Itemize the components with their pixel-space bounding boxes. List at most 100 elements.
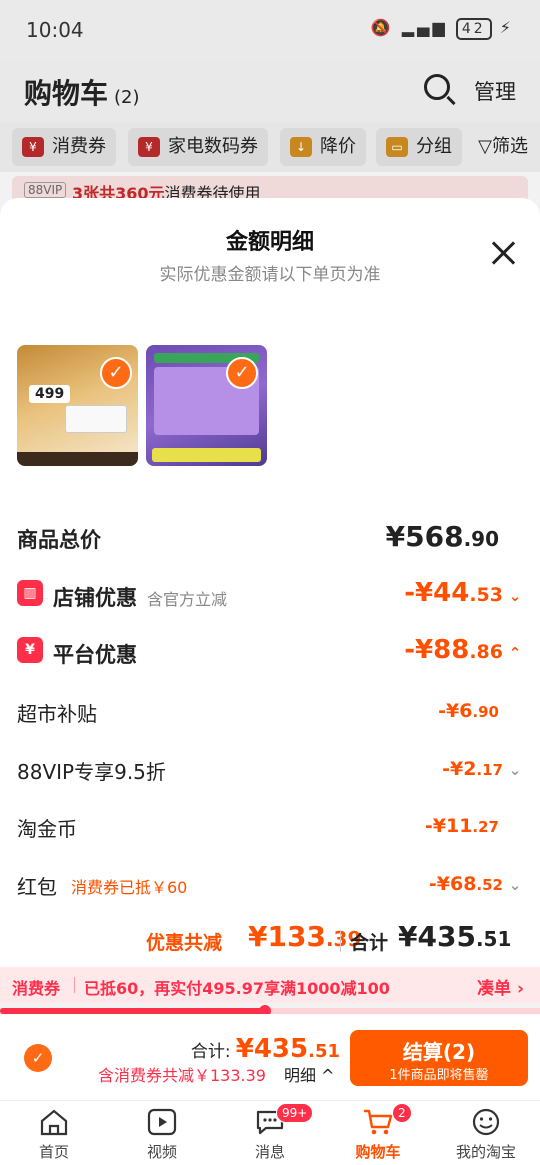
tab-home[interactable]: 首页: [0, 1101, 108, 1165]
folder-icon: ▭: [386, 137, 408, 157]
close-icon[interactable]: [488, 238, 518, 268]
sheet-subtitle: 实际优惠金额请以下单页为准: [159, 265, 381, 285]
row-label: 商品总价: [17, 528, 101, 552]
value-int: 6: [459, 700, 473, 722]
value-int: 568: [405, 520, 464, 553]
select-all-checkbox[interactable]: ✓: [24, 1044, 52, 1072]
row-value: ¥568.90: [386, 520, 499, 553]
row-red-packet[interactable]: 红包 消费券已抵￥60 -¥68.52 ⌄: [17, 867, 523, 903]
bottom-tabbar: 首页 视频 99+ 消息 2 购物车 我的淘宝: [0, 1100, 540, 1165]
manage-button[interactable]: 管理: [474, 76, 516, 106]
value-cents: .90: [463, 527, 499, 551]
value-int: 88: [433, 635, 470, 665]
value-int: 44: [433, 578, 470, 608]
coupon-icon: ¥: [138, 137, 160, 157]
yen-sign: ¥: [398, 920, 418, 953]
filter-chips: ¥ 消费券 ¥ 家电数码券 ↓ 降价 ▭ 分组 ▽筛选: [0, 122, 540, 172]
row-value: -¥68.52 ⌄: [429, 873, 523, 895]
chip-coupon[interactable]: ¥ 消费券: [12, 128, 116, 166]
chip-label: 分组: [416, 136, 452, 157]
chip-label: 家电数码券: [168, 136, 258, 157]
value-cents: .17: [476, 761, 503, 779]
value-cents: .51: [308, 1041, 340, 1062]
row-label: 店铺优惠: [53, 586, 137, 610]
chip-label: 消费券: [52, 136, 106, 157]
checkout-button[interactable]: 结算(2) 1件商品即将售罄: [350, 1030, 528, 1086]
discount-value: ¥133.39: [248, 920, 361, 953]
total-value: ¥435.51: [398, 920, 511, 953]
tab-label: 购物车: [355, 1143, 401, 1161]
row-value: -¥44.53 ⌄: [404, 578, 523, 608]
cart-count: (2): [114, 87, 140, 108]
row-value: -¥2.17 ⌄: [442, 758, 523, 780]
chip-group[interactable]: ▭ 分组: [376, 128, 462, 166]
row-label: 红包: [17, 875, 57, 899]
tab-profile[interactable]: 我的淘宝: [432, 1101, 540, 1165]
discount-label: 优惠共减: [146, 932, 223, 954]
chip-price-drop[interactable]: ↓ 降价: [280, 128, 366, 166]
add-on-link[interactable]: 凑单 ›: [477, 974, 524, 999]
divider: [340, 930, 341, 952]
coupon-progress-bar: 消费券 已抵60，再实付495.97享满1000减100 凑单 ›: [0, 967, 540, 1003]
discount-summary: 优惠共减 ¥133.39 合计 ¥435.51: [0, 920, 540, 960]
status-time: 10:04: [26, 18, 84, 42]
home-icon: [40, 1109, 68, 1136]
value-cents: .90: [472, 703, 499, 721]
row-note: 消费券已抵￥60: [71, 878, 188, 897]
value-cents: .53: [469, 584, 503, 606]
product-thumbnail-router[interactable]: 499 ✓: [17, 345, 138, 466]
detail-toggle[interactable]: 明细 ^: [284, 1062, 335, 1086]
value-prefix: -¥: [404, 635, 434, 665]
chevron-down-icon: ⌄: [508, 876, 522, 894]
tab-video[interactable]: 视频: [108, 1101, 216, 1165]
status-icons: 🔕 ▂▄▆ 42 ⚡: [371, 18, 514, 40]
row-vip-discount[interactable]: 88VIP专享9.5折 -¥2.17 ⌄: [17, 752, 523, 788]
tab-cart[interactable]: 2 购物车: [324, 1101, 432, 1165]
video-icon: [147, 1108, 177, 1136]
value-cents: .51: [475, 927, 512, 951]
status-bar: 10:04 🔕 ▂▄▆ 42 ⚡: [0, 0, 540, 62]
amount-detail-sheet: 金额明细 实际优惠金额请以下单页为准 499 ✓ ✓ 商品总价 ¥568.90 …: [0, 198, 540, 968]
tab-label: 视频: [146, 1143, 177, 1161]
checkout-total: 合计: ¥435.51: [191, 1034, 340, 1064]
value-prefix: -¥: [404, 578, 434, 608]
tab-label: 我的淘宝: [455, 1143, 516, 1161]
cart-header: 购物车 (2) 管理: [0, 62, 540, 122]
tab-messages[interactable]: 99+ 消息: [216, 1101, 324, 1165]
divider: [74, 977, 75, 993]
checkmark-icon: ✓: [226, 357, 258, 389]
row-store-discount[interactable]: ▥ 店铺优惠 含官方立减 -¥44.53 ⌄: [17, 578, 523, 614]
filter-label: 筛选: [492, 136, 528, 157]
row-platform-discount[interactable]: ¥ 平台优惠 -¥88.86 ⌃: [17, 635, 523, 671]
battery-icon: 42: [455, 18, 492, 40]
yen-sign: ¥: [235, 1034, 254, 1064]
tab-label: 首页: [38, 1143, 69, 1161]
vip-tag: 88VIP: [24, 182, 67, 198]
total-value: ¥435.51: [236, 1034, 340, 1064]
value-int: 435: [417, 920, 476, 953]
row-value: -¥88.86 ⌃: [404, 635, 523, 665]
router-image: [65, 405, 127, 433]
yen-sign: ¥: [385, 520, 406, 553]
value-prefix: -¥: [428, 873, 450, 895]
checkout-button-label: 结算(2): [402, 1040, 476, 1064]
profile-icon: [472, 1108, 500, 1136]
chevron-up-icon: ⌃: [508, 644, 522, 662]
value-prefix: -¥: [424, 815, 446, 837]
checkout-discount: 含消费券共减￥133.39: [98, 1066, 266, 1085]
filter-icon: ▽: [478, 136, 492, 157]
chip-appliance-coupon[interactable]: ¥ 家电数码券: [128, 128, 268, 166]
store-icon: ▥: [17, 580, 43, 606]
row-supermarket-subsidy: 超市补贴 -¥6.90: [17, 694, 523, 730]
value-int: 68: [449, 873, 477, 895]
row-label: 超市补贴: [17, 702, 97, 726]
message-badge: 99+: [276, 1103, 314, 1123]
filter-button[interactable]: ▽筛选: [470, 132, 528, 158]
value-cents: .27: [472, 818, 499, 836]
search-icon[interactable]: [424, 74, 450, 100]
cart-badge: 2: [392, 1103, 412, 1123]
thumb-strip: [17, 452, 138, 466]
product-thumbnail-diaper[interactable]: ✓: [146, 345, 267, 466]
value-int: 11: [445, 815, 473, 837]
page-title-text: 购物车: [24, 77, 109, 110]
